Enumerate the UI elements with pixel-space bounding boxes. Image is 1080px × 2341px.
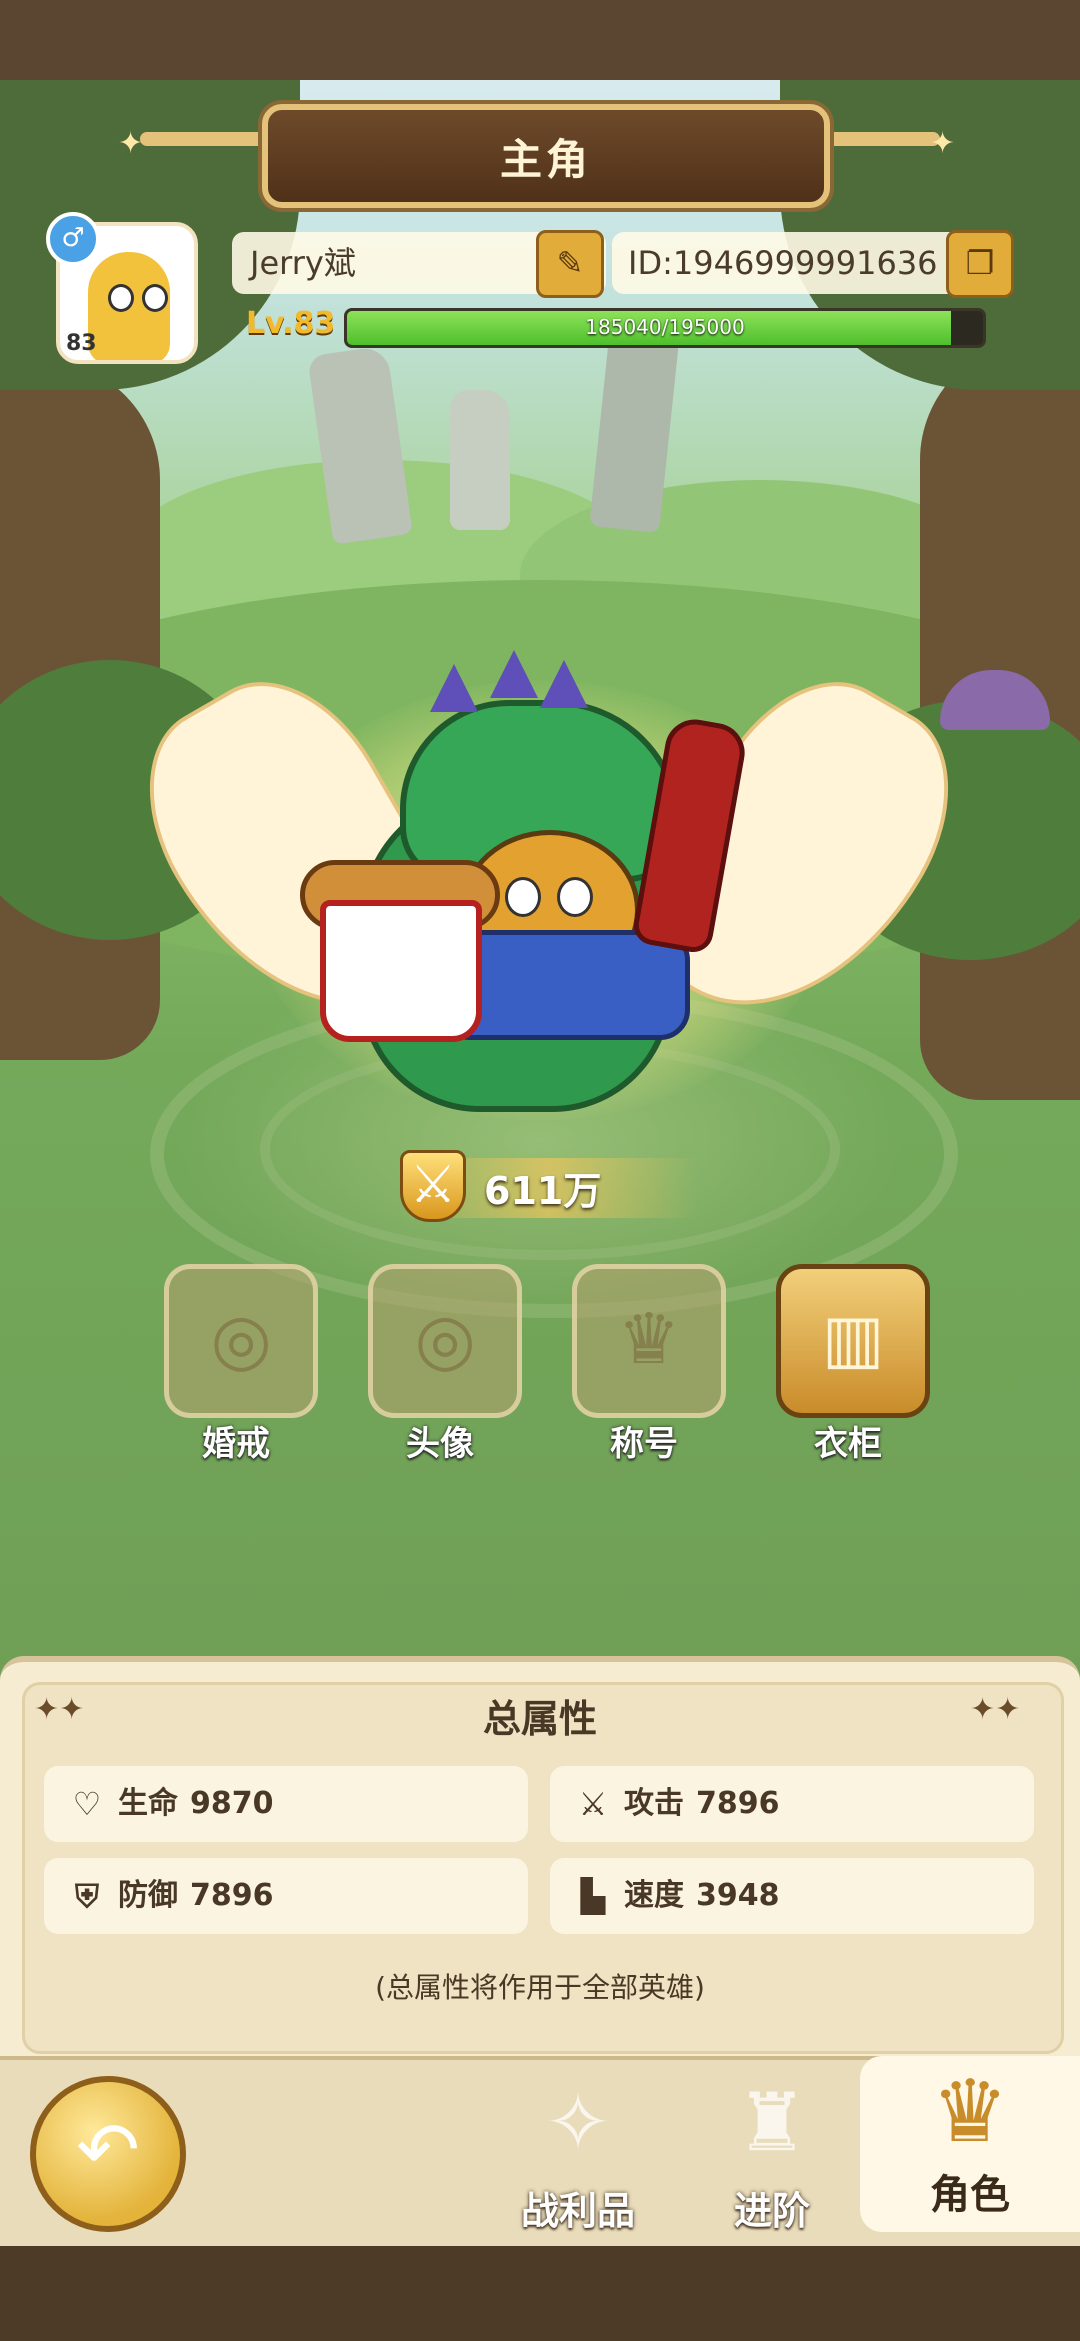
avatar-level: 83 (66, 331, 97, 356)
portrait-icon: ◎ (414, 1298, 476, 1380)
sparkle-icon: ✦ (118, 126, 144, 161)
stat-speed-label: 速度 (624, 1878, 684, 1913)
wardrobe-icon: ▥ (821, 1300, 885, 1377)
ring-label: 婚戒 (202, 1424, 270, 1464)
sword-icon: ⚔ (400, 1150, 466, 1222)
wardrobe-button[interactable]: ▥ (776, 1264, 930, 1418)
attack-icon: ⚔ (578, 1785, 608, 1823)
nav-role[interactable]: ♛ 角色 (860, 2056, 1080, 2232)
sparkle-icon: ✦ (930, 126, 956, 161)
stat-attack-value: 7896 (696, 1786, 780, 1821)
stat-hp-value: 9870 (190, 1786, 274, 1821)
stat-defense-label: 防御 (118, 1878, 178, 1913)
power-value: 611万 (484, 1169, 602, 1213)
title-badge-button[interactable]: ♛ (572, 1264, 726, 1418)
title-badge-icon: ♛ (617, 1298, 681, 1380)
sparkle-icon: ✦✦ (970, 1692, 1021, 1727)
pencil-icon: ✎ (556, 244, 584, 282)
xp-progress-text: 185040/195000 (585, 315, 745, 339)
nav-advance-label: 进阶 (733, 2189, 810, 2233)
xp-progress-bar: 185040/195000 (344, 308, 986, 348)
stat-attack-label: 攻击 (624, 1786, 684, 1821)
portrait-label: 头像 (406, 1424, 474, 1464)
wardrobe-label: 衣柜 (814, 1424, 882, 1464)
copy-id-button[interactable]: ❐ (946, 230, 1014, 298)
ring-icon: ◎ (210, 1298, 272, 1380)
stat-hp: ♡ 生命 9870 (44, 1766, 528, 1842)
nav-role-label: 角色 (930, 2172, 1010, 2218)
stat-hp-label: 生命 (118, 1786, 178, 1821)
stat-defense-value: 7896 (190, 1878, 274, 1913)
level-label: Lv.83 (246, 306, 336, 341)
stat-defense: ⛨ 防御 7896 (44, 1858, 528, 1934)
boot-icon: ▙ (580, 1877, 606, 1915)
stat-attack: ⚔ 攻击 7896 (550, 1766, 1034, 1842)
attributes-note: (总属性将作用于全部英雄) (375, 1971, 705, 2004)
page-title: 主角 (499, 134, 592, 184)
loot-icon: ✧ (544, 2076, 612, 2169)
stat-speed-value: 3948 (696, 1878, 780, 1913)
edit-name-button[interactable]: ✎ (536, 230, 604, 298)
male-gender-icon: ♂ (46, 212, 100, 266)
shield-icon: ⛨ (74, 1877, 99, 1915)
ring-button[interactable]: ◎ (164, 1264, 318, 1418)
back-arrow-icon: ↶ (76, 2105, 140, 2194)
sparkle-icon: ✦✦ (34, 1692, 85, 1727)
title-badge-label: 称号 (610, 1424, 678, 1464)
top-frame (0, 0, 1080, 80)
bottom-frame (0, 2246, 1080, 2341)
role-icon: ♛ (931, 2062, 1009, 2162)
nav-loot[interactable]: ✧ 战利品 (488, 2066, 668, 2236)
nav-advance[interactable]: ♜ 进阶 (682, 2066, 862, 2236)
title-plate: 主角 (262, 104, 830, 208)
heart-icon: ♡ (72, 1785, 102, 1823)
advance-icon: ♜ (736, 2076, 808, 2169)
back-button[interactable]: ↶ (30, 2076, 186, 2232)
portrait-button[interactable]: ◎ (368, 1264, 522, 1418)
nav-loot-label: 战利品 (520, 2189, 635, 2233)
copy-icon: ❐ (965, 244, 995, 282)
title-wing-left (140, 132, 270, 146)
attributes-title: 总属性 (482, 1697, 597, 1741)
stat-speed: ▙ 速度 3948 (550, 1858, 1034, 1934)
